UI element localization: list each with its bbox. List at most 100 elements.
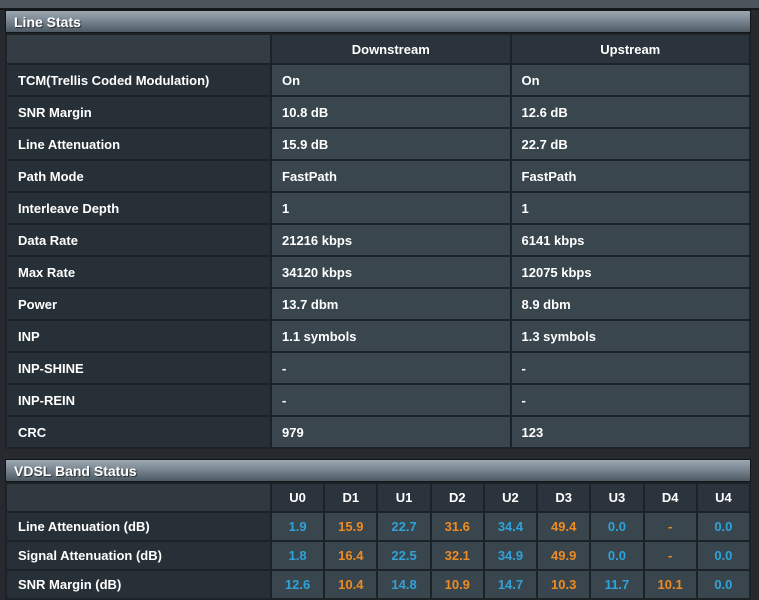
vdsl-band-value-u1: 22.5 xyxy=(377,541,430,570)
line-stats-upstream-value: 8.9 dbm xyxy=(511,288,751,320)
line-stats-upstream-value: 123 xyxy=(511,416,751,448)
vdsl-band-value-u2: 34.4 xyxy=(484,512,537,541)
line-stats-row: INP-REIN-- xyxy=(6,384,750,416)
line-stats-upstream-value: - xyxy=(511,352,751,384)
vdsl-band-value-d2: 10.9 xyxy=(431,570,484,599)
vdsl-band-value-u4: 0.0 xyxy=(697,570,750,599)
vdsl-band-row-label: Signal Attenuation (dB) xyxy=(6,541,271,570)
line-stats-row: Line Attenuation15.9 dB22.7 dB xyxy=(6,128,750,160)
vdsl-band-value-d2: 32.1 xyxy=(431,541,484,570)
vdsl-band-value-u2: 14.7 xyxy=(484,570,537,599)
vdsl-band-row-label: Line Attenuation (dB) xyxy=(6,512,271,541)
vdsl-band-value-u1: 22.7 xyxy=(377,512,430,541)
line-stats-corner-cell xyxy=(6,34,271,64)
line-stats-downstream-value: 1 xyxy=(271,192,511,224)
vdsl-band-value-u3: 11.7 xyxy=(590,570,643,599)
line-stats-row: INP-SHINE-- xyxy=(6,352,750,384)
vdsl-band-column-u2: U2 xyxy=(484,483,537,512)
vdsl-band-value-d3: 10.3 xyxy=(537,570,590,599)
vdsl-band-value-d4: 10.1 xyxy=(644,570,697,599)
line-stats-table: Downstream Upstream TCM(Trellis Coded Mo… xyxy=(5,33,751,449)
line-stats-upstream-value: 1.3 symbols xyxy=(511,320,751,352)
line-stats-row: TCM(Trellis Coded Modulation)OnOn xyxy=(6,64,750,96)
line-stats-upstream-value: 12.6 dB xyxy=(511,96,751,128)
vdsl-band-column-u3: U3 xyxy=(590,483,643,512)
line-stats-upstream-value: 22.7 dB xyxy=(511,128,751,160)
line-stats-downstream-value: 34120 kbps xyxy=(271,256,511,288)
vdsl-band-column-u4: U4 xyxy=(697,483,750,512)
line-stats-upstream-value: 1 xyxy=(511,192,751,224)
vdsl-band-row-label: SNR Margin (dB) xyxy=(6,570,271,599)
line-stats-section: Line Stats Downstream Upstream TCM(Trell… xyxy=(5,10,751,449)
section-gap xyxy=(5,449,751,459)
vdsl-band-value-d1: 15.9 xyxy=(324,512,377,541)
line-stats-row-label: Interleave Depth xyxy=(6,192,271,224)
line-stats-upstream-value: - xyxy=(511,384,751,416)
line-stats-downstream-value: 21216 kbps xyxy=(271,224,511,256)
page-content: Line Stats Downstream Upstream TCM(Trell… xyxy=(0,10,759,600)
vdsl-band-corner-cell xyxy=(6,483,271,512)
vdsl-band-value-u3: 0.0 xyxy=(590,541,643,570)
vdsl-band-row: Line Attenuation (dB)1.915.922.731.634.4… xyxy=(6,512,750,541)
line-stats-row: Max Rate34120 kbps12075 kbps xyxy=(6,256,750,288)
line-stats-row-label: Line Attenuation xyxy=(6,128,271,160)
line-stats-row-label: TCM(Trellis Coded Modulation) xyxy=(6,64,271,96)
line-stats-section-title: Line Stats xyxy=(5,10,751,33)
line-stats-row: Power13.7 dbm8.9 dbm xyxy=(6,288,750,320)
line-stats-upstream-value: 6141 kbps xyxy=(511,224,751,256)
vdsl-band-column-u0: U0 xyxy=(271,483,324,512)
line-stats-row-label: Power xyxy=(6,288,271,320)
vdsl-band-row: SNR Margin (dB)12.610.414.810.914.710.31… xyxy=(6,570,750,599)
vdsl-band-value-d3: 49.4 xyxy=(537,512,590,541)
line-stats-row-label: INP-SHINE xyxy=(6,352,271,384)
line-stats-column-downstream: Downstream xyxy=(271,34,511,64)
line-stats-downstream-value: - xyxy=(271,352,511,384)
vdsl-band-value-u4: 0.0 xyxy=(697,512,750,541)
line-stats-row: SNR Margin10.8 dB12.6 dB xyxy=(6,96,750,128)
line-stats-upstream-value: FastPath xyxy=(511,160,751,192)
vdsl-band-value-d2: 31.6 xyxy=(431,512,484,541)
vdsl-band-value-u3: 0.0 xyxy=(590,512,643,541)
line-stats-upstream-value: 12075 kbps xyxy=(511,256,751,288)
line-stats-downstream-value: FastPath xyxy=(271,160,511,192)
line-stats-downstream-value: 979 xyxy=(271,416,511,448)
vdsl-band-column-u1: U1 xyxy=(377,483,430,512)
vdsl-band-value-d3: 49.9 xyxy=(537,541,590,570)
vdsl-band-value-u0: 1.8 xyxy=(271,541,324,570)
line-stats-column-upstream: Upstream xyxy=(511,34,751,64)
line-stats-row-label: SNR Margin xyxy=(6,96,271,128)
line-stats-downstream-value: 1.1 symbols xyxy=(271,320,511,352)
line-stats-row: Interleave Depth11 xyxy=(6,192,750,224)
line-stats-row-label: Max Rate xyxy=(6,256,271,288)
vdsl-band-status-section: VDSL Band Status U0D1U1D2U2D3U3D4U4 Line… xyxy=(5,459,751,600)
line-stats-row-label: INP-REIN xyxy=(6,384,271,416)
vdsl-band-column-d3: D3 xyxy=(537,483,590,512)
vdsl-band-value-u2: 34.9 xyxy=(484,541,537,570)
line-stats-header-row: Downstream Upstream xyxy=(6,34,750,64)
line-stats-upstream-value: On xyxy=(511,64,751,96)
line-stats-row: CRC979123 xyxy=(6,416,750,448)
vdsl-band-value-d1: 10.4 xyxy=(324,570,377,599)
line-stats-downstream-value: 10.8 dB xyxy=(271,96,511,128)
vdsl-band-column-d1: D1 xyxy=(324,483,377,512)
vdsl-band-status-section-title: VDSL Band Status xyxy=(5,459,751,482)
line-stats-row-label: Data Rate xyxy=(6,224,271,256)
vdsl-band-header-row: U0D1U1D2U2D3U3D4U4 xyxy=(6,483,750,512)
vdsl-band-value-u0: 1.9 xyxy=(271,512,324,541)
line-stats-downstream-value: 13.7 dbm xyxy=(271,288,511,320)
vdsl-band-row: Signal Attenuation (dB)1.816.422.532.134… xyxy=(6,541,750,570)
line-stats-row-label: INP xyxy=(6,320,271,352)
line-stats-row: INP1.1 symbols1.3 symbols xyxy=(6,320,750,352)
line-stats-row: Data Rate21216 kbps6141 kbps xyxy=(6,224,750,256)
vdsl-band-status-table: U0D1U1D2U2D3U3D4U4 Line Attenuation (dB)… xyxy=(5,482,751,600)
line-stats-row-label: Path Mode xyxy=(6,160,271,192)
vdsl-band-column-d2: D2 xyxy=(431,483,484,512)
vdsl-band-value-u4: 0.0 xyxy=(697,541,750,570)
vdsl-band-value-d4: - xyxy=(644,541,697,570)
vdsl-band-value-d1: 16.4 xyxy=(324,541,377,570)
line-stats-row-label: CRC xyxy=(6,416,271,448)
line-stats-downstream-value: 15.9 dB xyxy=(271,128,511,160)
line-stats-downstream-value: - xyxy=(271,384,511,416)
line-stats-downstream-value: On xyxy=(271,64,511,96)
page-top-strip xyxy=(0,0,759,10)
